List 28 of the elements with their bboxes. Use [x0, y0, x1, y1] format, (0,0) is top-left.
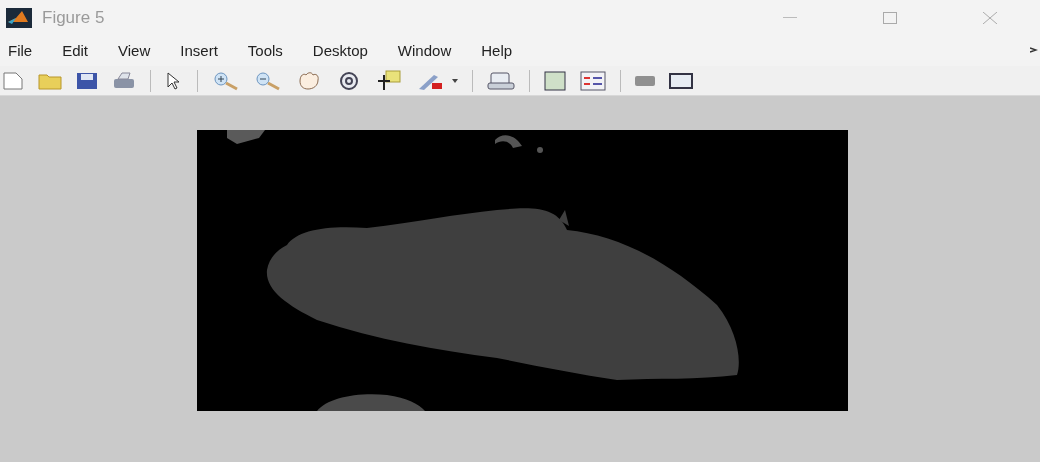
zoom-in-icon[interactable] [212, 70, 240, 91]
link-plot-icon[interactable] [487, 70, 515, 91]
printer-icon[interactable] [112, 70, 136, 91]
menu-item[interactable]: Insert [180, 39, 218, 63]
zoom-out-icon[interactable] [254, 70, 282, 91]
new-file-icon[interactable] [2, 70, 24, 91]
colorbar-icon[interactable] [544, 70, 566, 91]
folder-icon[interactable] [38, 71, 62, 90]
menu-item[interactable]: Desktop [312, 39, 368, 63]
window-title: Figure 5 [42, 7, 105, 30]
dropdown-caret-icon[interactable] [452, 78, 458, 83]
menu-item[interactable]: Window [397, 39, 452, 63]
data-cursor-icon[interactable] [376, 69, 402, 92]
hide-tools-icon[interactable] [635, 75, 655, 86]
more-icon[interactable] [1030, 47, 1038, 53]
show-tools-icon[interactable] [669, 72, 693, 89]
menu-item[interactable]: File [8, 39, 33, 63]
close-icon [983, 12, 997, 24]
menu-item[interactable]: Tools [247, 39, 283, 63]
menu-item[interactable]: Edit [62, 39, 89, 63]
hand-icon[interactable] [296, 70, 322, 91]
menu-item[interactable]: Help [481, 39, 513, 63]
minimize-icon [783, 17, 797, 19]
app-logo-icon [6, 8, 32, 28]
maximize-icon [883, 12, 897, 24]
save-icon[interactable] [76, 71, 98, 90]
menu-item[interactable]: View [118, 39, 151, 63]
legend-icon[interactable] [580, 70, 606, 91]
